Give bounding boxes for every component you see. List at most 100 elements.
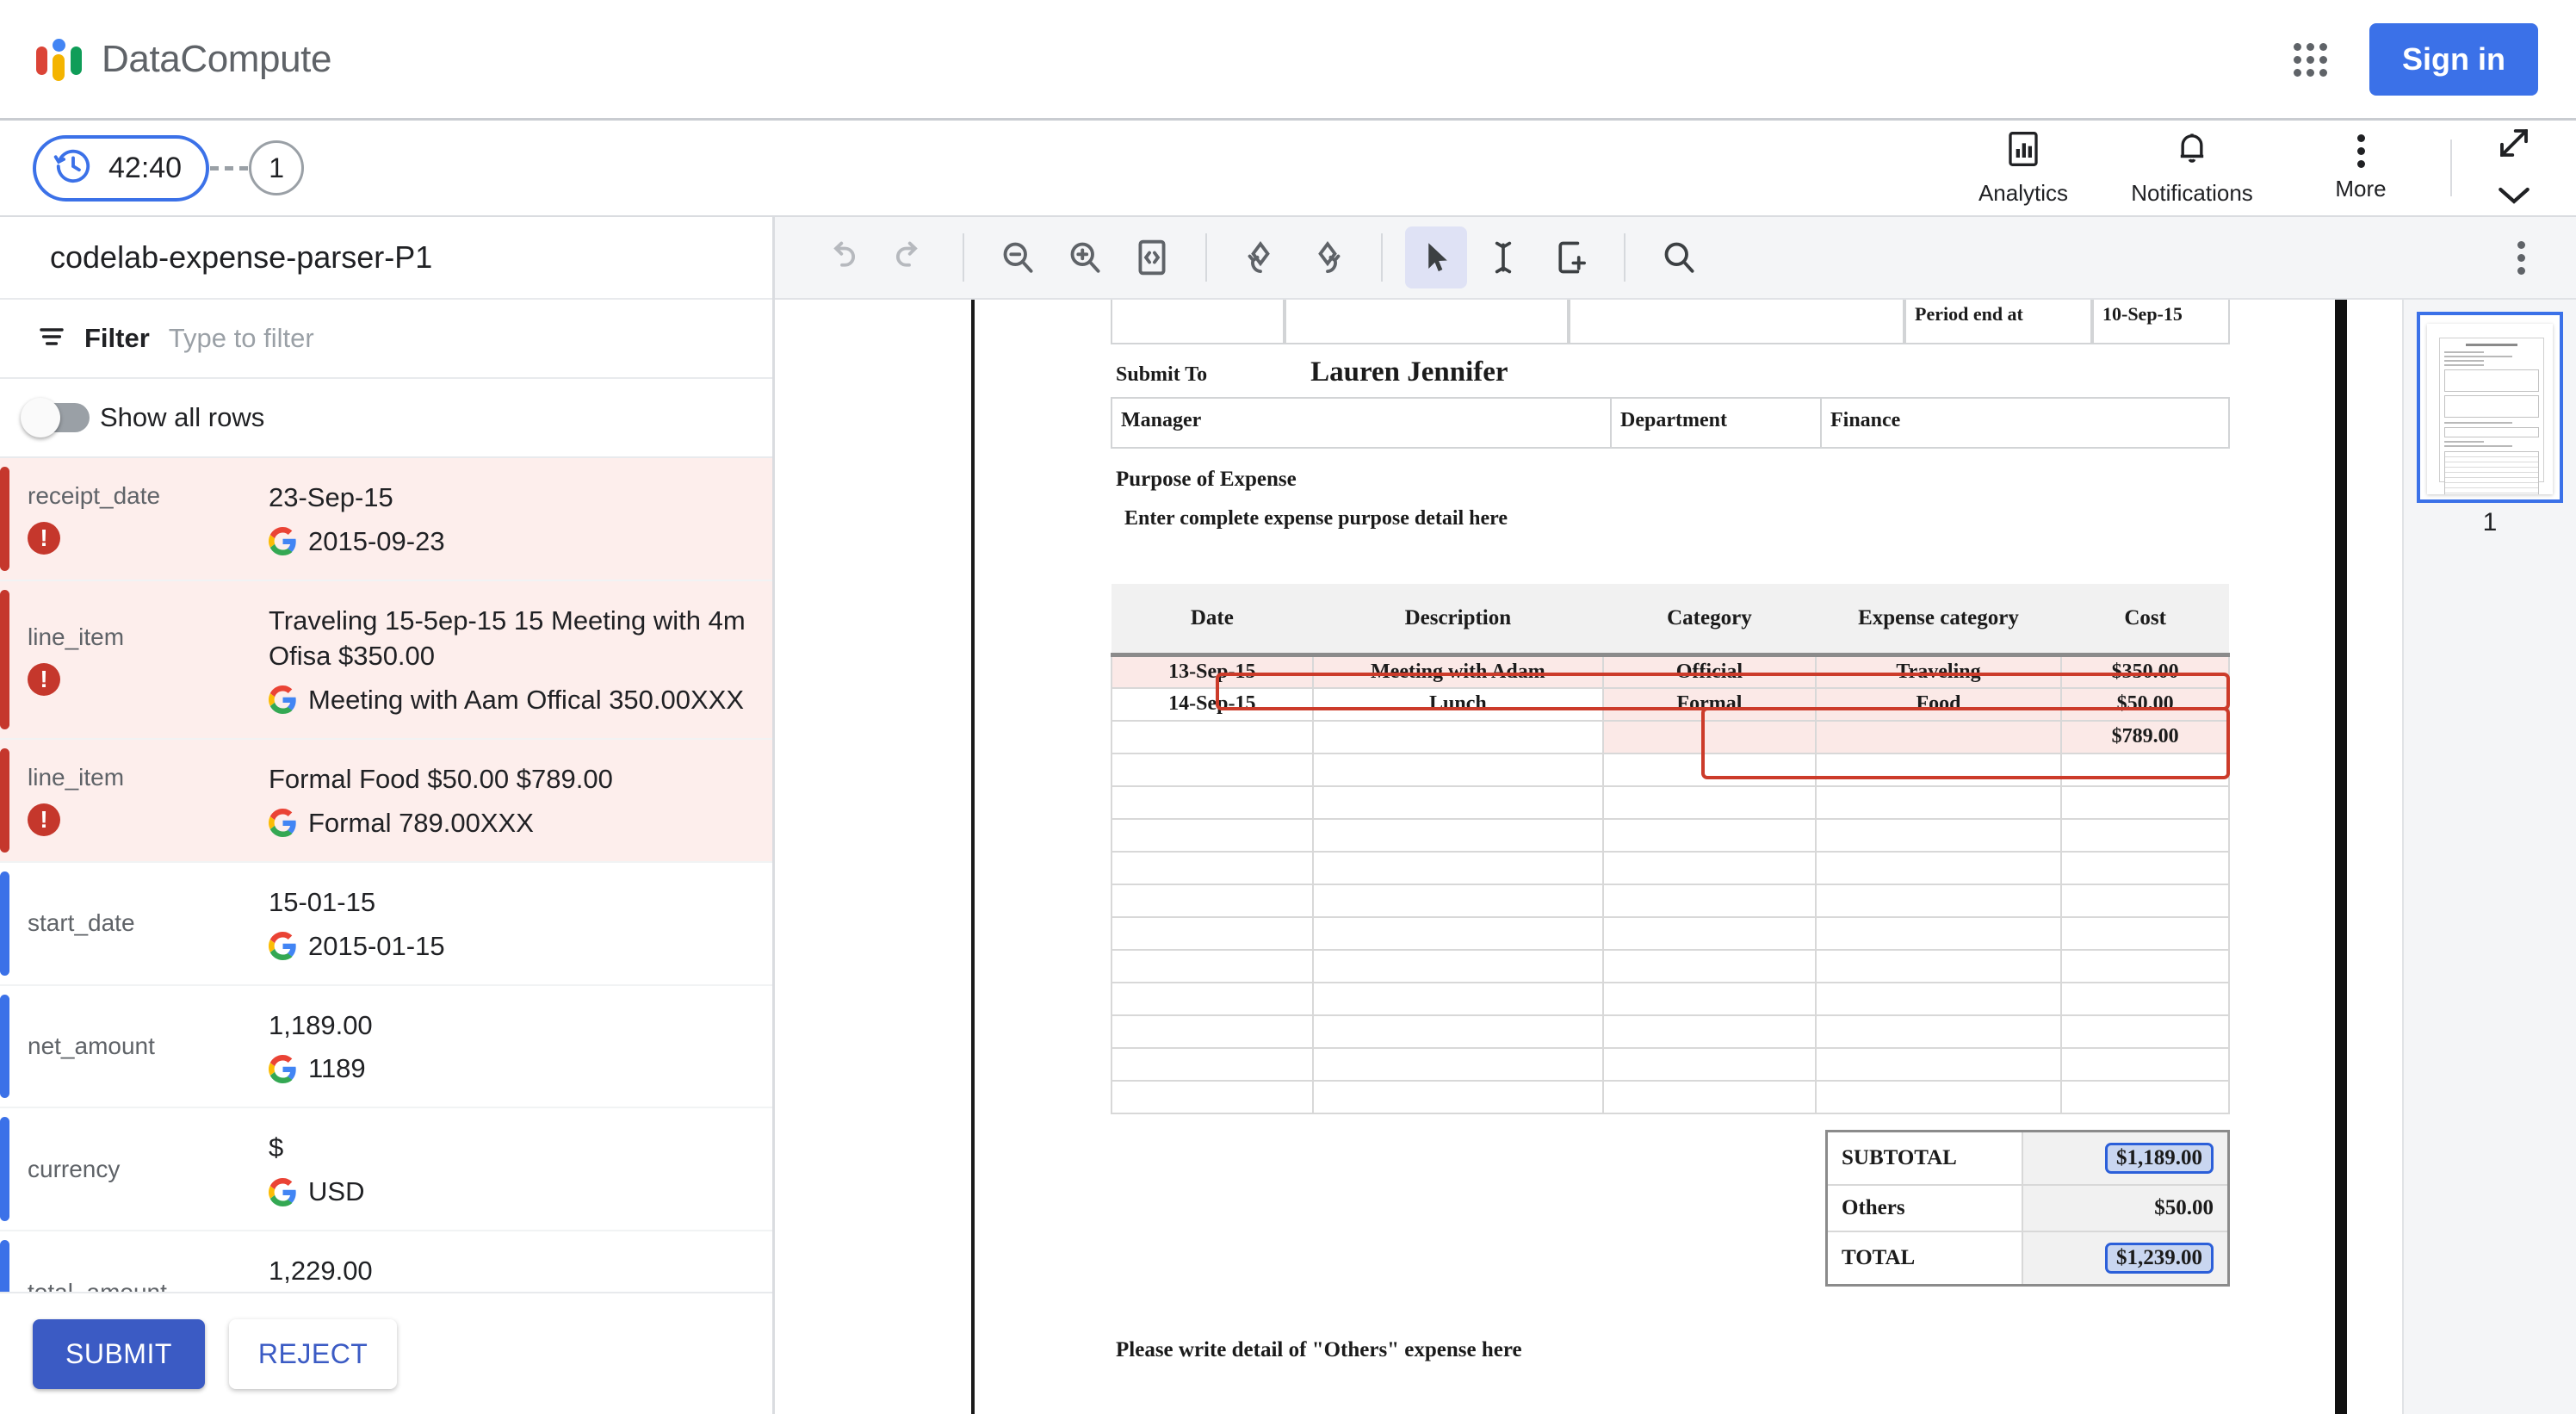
document-scrollbar[interactable] [2335,300,2347,1414]
more-label: More [2335,175,2387,202]
field-key-label: net_amount [28,1032,155,1059]
expense-table-blank-row[interactable] [1111,817,2230,853]
document-canvas[interactable]: Period end at 10-Sep-15 Submit To Lauren… [775,300,2402,1414]
field-value-cell[interactable]: 23-Sep-15 2015-09-23 [269,481,772,557]
top-bar: DataCompute Sign in [0,0,2576,121]
redo-icon[interactable] [878,226,940,288]
field-value-cell[interactable]: $ USD [269,1131,772,1207]
submit-button[interactable]: SUBMIT [33,1318,205,1389]
analytics-button[interactable]: Analytics [1939,130,2108,207]
field-row[interactable]: line_item! Traveling 15-5ep-15 15 Meeting… [0,580,772,740]
totals-amount: $1,239.00 [2021,1230,2230,1286]
expense-table-row[interactable]: 13-Sep-15 Meeting with Adam Official Travel… [1111,654,2230,689]
brand[interactable]: DataCompute [34,35,331,84]
expense-table-blank-row[interactable] [1111,785,2230,820]
more-vertical-icon [2517,240,2525,275]
expense-table-blank-row[interactable] [1111,850,2230,885]
expense-table-row[interactable]: 14-Sep-15 Lunch Formal Food $50.00 [1111,686,2230,722]
undo-icon[interactable] [811,226,873,288]
notifications-button[interactable]: Notifications [2108,130,2276,207]
expense-table-cell: Food [1814,686,2063,722]
rotate-right-icon[interactable] [1297,226,1359,288]
chevron-down-icon[interactable] [2496,184,2532,211]
panel-size-controls [2474,125,2554,211]
cursor-select-icon[interactable] [1405,226,1467,288]
search-icon[interactable] [1648,226,1710,288]
expense-table-cell [2060,948,2230,983]
expense-table-cell: 14-Sep-15 [1111,686,1314,722]
more-button[interactable]: More [2276,133,2445,202]
field-row[interactable]: line_item! Formal Food $50.00 $789.00 Form… [0,739,772,863]
viewer-overflow-menu[interactable] [2490,226,2552,288]
text-select-icon[interactable] [1472,226,1534,288]
expense-table-blank-row[interactable] [1111,1014,2230,1049]
datacompute-logo-icon [34,35,83,84]
purpose-text: Enter complete expense purpose detail he… [1124,507,1508,530]
field-key-cell: receipt_date! [28,481,269,557]
reject-button[interactable]: REJECT [228,1318,398,1389]
expense-table-cell [2060,981,2230,1016]
field-value-cell[interactable]: Traveling 15-5ep-15 15 Meeting with 4m O… [269,604,772,716]
totals-row[interactable]: Others $50.00 [1825,1183,2230,1232]
filter-label: Filter [84,323,150,353]
expense-table-blank-row[interactable] [1111,1079,2230,1114]
totals-row[interactable]: SUBTOTAL $1,189.00 [1825,1130,2230,1186]
suggestion-text: Formal 789.00XXX [308,807,534,838]
expense-table-cell [2060,850,2230,885]
field-value-cell[interactable]: 1,229.001229 [269,1254,772,1292]
field-row[interactable]: start_date 15-01-15 2015-01-15 [0,863,772,986]
expense-table-cell [1602,1014,1817,1049]
expense-table-blank-row[interactable] [1111,752,2230,787]
field-row[interactable]: net_amount 1,189.00 1189 [0,986,772,1109]
totals-row[interactable]: TOTAL $1,239.00 [1825,1230,2230,1286]
expense-table-blank-row[interactable] [1111,981,2230,1016]
field-extracted-value: Formal Food $50.00 $789.00 [269,763,613,794]
expense-table-cell [1111,981,1314,1016]
field-extracted-value: 23-Sep-15 [269,482,393,512]
expense-table-cell [1814,1046,2063,1082]
app-root: DataCompute Sign in 42:40 1 Analytics No… [0,0,2576,1414]
expense-table-blank-row[interactable] [1111,948,2230,983]
sign-in-button[interactable]: Sign in [2369,22,2538,96]
annotation-highlight: $1,189.00 [2105,1142,2214,1174]
expense-table-cell [1814,850,2063,885]
field-value-cell[interactable]: Formal Food $50.00 $789.00 Formal 789.00X… [269,762,772,839]
expense-table-cell [1111,1014,1314,1049]
thumbnail-page-1[interactable] [2417,312,2563,503]
field-key-cell: net_amount [28,1008,269,1085]
expand-diagonal-icon[interactable] [2496,125,2532,165]
filter-input[interactable] [168,323,734,354]
expense-table-blank-row[interactable] [1111,1046,2230,1082]
field-row[interactable]: total_amount1,229.001229 [0,1231,772,1292]
field-row[interactable]: receipt_date! 23-Sep-15 2015-09-23 [0,458,772,581]
show-all-rows-toggle[interactable] [21,398,90,437]
suggestion-text: Meeting with Aam Offical 350.00XXX [308,684,745,715]
expense-table-row[interactable]: $789.00 [1111,719,2230,754]
thumbnail-panel: 1 [2402,300,2576,1414]
google-logo-icon [269,527,297,556]
zoom-in-icon[interactable] [1054,226,1116,288]
field-value-cell[interactable]: 1,189.00 1189 [269,1008,772,1085]
rotate-left-icon[interactable] [1229,226,1291,288]
task-timer[interactable]: 42:40 [33,134,210,202]
add-bounding-box-icon[interactable] [1539,226,1601,288]
suggestion-text: USD [308,1176,365,1207]
analytics-chart-icon [2006,130,2040,172]
filter-icon[interactable] [38,323,65,355]
zoom-out-icon[interactable] [987,226,1049,288]
apps-grid-icon[interactable] [2290,40,2330,79]
expense-table-cell [1814,1079,2063,1114]
expense-table-blank-row[interactable] [1111,915,2230,951]
brand-name: DataCompute [102,37,332,80]
step-indicator[interactable]: 1 [249,140,305,195]
expense-table-cell [1602,948,1817,983]
expense-table-cell [1111,883,1314,918]
field-key-label: start_date [28,909,135,937]
expense-table-blank-row[interactable] [1111,883,2230,918]
field-value-cell[interactable]: 15-01-15 2015-01-15 [269,885,772,962]
expense-table-cell [2060,1014,2230,1049]
suggestion-text: 1189 [308,1053,366,1084]
expense-table-cell: Traveling [1814,654,2063,689]
fit-page-icon[interactable] [1121,226,1183,288]
field-row[interactable]: currency $ USD [0,1108,772,1232]
